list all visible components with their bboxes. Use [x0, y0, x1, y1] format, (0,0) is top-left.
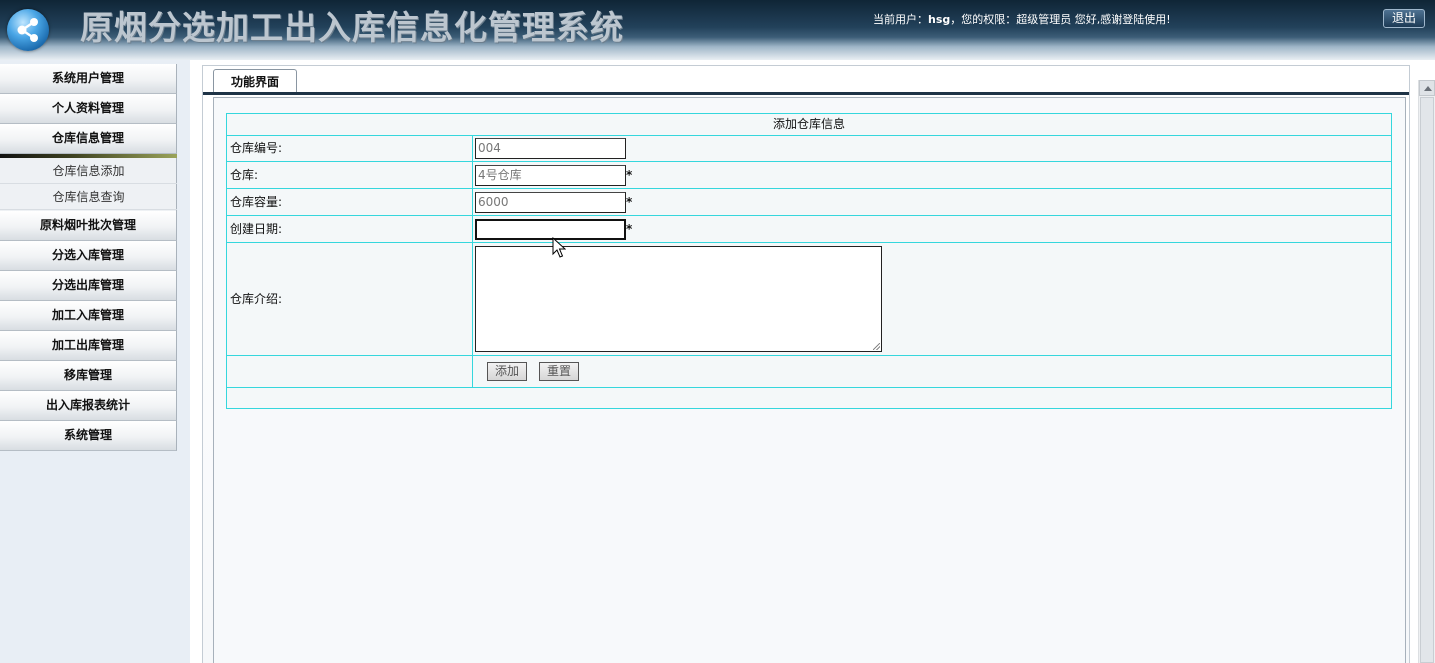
- form-title: 添加仓库信息: [772, 117, 845, 131]
- sidebar-item-warehouse-info[interactable]: 仓库信息管理: [0, 124, 177, 154]
- logout-button[interactable]: 退出: [1383, 9, 1425, 28]
- reset-button[interactable]: 重置: [539, 362, 579, 381]
- sidebar-item-processing-inbound[interactable]: 加工入库管理: [0, 301, 177, 331]
- row-divider: [227, 135, 1391, 136]
- row-divider: [227, 161, 1391, 162]
- share-nodes-icon: [17, 18, 38, 42]
- sidebar-item-sorting-inbound[interactable]: 分选入库管理: [0, 241, 177, 271]
- warehouse-intro-label: 仓库介绍:: [230, 292, 283, 306]
- warehouse-intro-textarea[interactable]: [475, 246, 882, 352]
- sidebar-item-raw-leaf-batch[interactable]: 原料烟叶批次管理: [0, 211, 177, 241]
- top-header: 原烟分选加工出入库信息化管理系统 当前用户：hsg，您的权限：超级管理员 您好,…: [0, 0, 1435, 60]
- sidebar-menu: 系统用户管理 个人资料管理 仓库信息管理 仓库信息添加 仓库信息查询 原料烟叶批…: [0, 60, 190, 663]
- scroll-thumb[interactable]: [1420, 97, 1434, 663]
- app-logo: [7, 9, 49, 51]
- role-prefix: ，您的权限：: [950, 13, 1017, 26]
- column-divider: [472, 135, 473, 388]
- sidebar-item-processing-outbound[interactable]: 加工出库管理: [0, 331, 177, 361]
- warehouse-name-label: 仓库:: [230, 168, 259, 182]
- required-mark: *: [626, 168, 633, 182]
- created-date-input[interactable]: [475, 219, 626, 240]
- required-mark: *: [626, 222, 633, 236]
- submenu-item-add-warehouse[interactable]: 仓库信息添加: [0, 158, 177, 184]
- warehouse-capacity-label: 仓库容量:: [230, 195, 283, 209]
- created-date-label: 创建日期:: [230, 222, 283, 236]
- row-divider: [227, 387, 1391, 388]
- sidebar-item-system-admin[interactable]: 系统管理: [0, 421, 177, 451]
- sidebar-item-sorting-outbound[interactable]: 分选出库管理: [0, 271, 177, 301]
- tab-function-view[interactable]: 功能界面: [213, 69, 297, 94]
- row-divider: [227, 355, 1391, 356]
- vertical-scrollbar[interactable]: [1418, 80, 1435, 663]
- user-info: 当前用户：hsg，您的权限：超级管理员 您好,感谢登陆使用!: [873, 11, 1171, 27]
- warehouse-id-label: 仓库编号:: [230, 141, 283, 155]
- username: hsg: [928, 13, 951, 26]
- sidebar-item-system-users[interactable]: 系统用户管理: [0, 64, 177, 94]
- mouse-cursor-icon: [552, 237, 566, 258]
- add-warehouse-form: 添加仓库信息 仓库编号: 004 仓库: 4号仓库 * 仓库容量: 6000 *…: [226, 113, 1392, 409]
- user-role: 超级管理员: [1016, 13, 1072, 26]
- sidebar-item-reports[interactable]: 出入库报表统计: [0, 391, 177, 421]
- sidebar-item-profile[interactable]: 个人资料管理: [0, 94, 177, 124]
- tab-underline: [203, 92, 1409, 95]
- app-title: 原烟分选加工出入库信息化管理系统: [80, 8, 624, 47]
- row-divider: [227, 242, 1391, 243]
- required-mark: *: [626, 195, 633, 209]
- warehouse-name-input[interactable]: 4号仓库: [475, 165, 626, 186]
- warehouse-submenu: 仓库信息添加 仓库信息查询: [0, 158, 177, 212]
- add-button[interactable]: 添加: [487, 362, 527, 381]
- user-prefix: 当前用户：: [873, 13, 928, 26]
- row-divider: [227, 188, 1391, 189]
- scroll-up-arrow-icon[interactable]: [1419, 80, 1435, 96]
- greeting: 您好,感谢登陆使用!: [1071, 13, 1171, 26]
- sidebar-item-transfer[interactable]: 移库管理: [0, 361, 177, 391]
- row-divider: [227, 215, 1391, 216]
- warehouse-id-input[interactable]: 004: [475, 138, 626, 159]
- submenu-item-query-warehouse[interactable]: 仓库信息查询: [0, 184, 177, 210]
- warehouse-capacity-input[interactable]: 6000: [475, 192, 626, 213]
